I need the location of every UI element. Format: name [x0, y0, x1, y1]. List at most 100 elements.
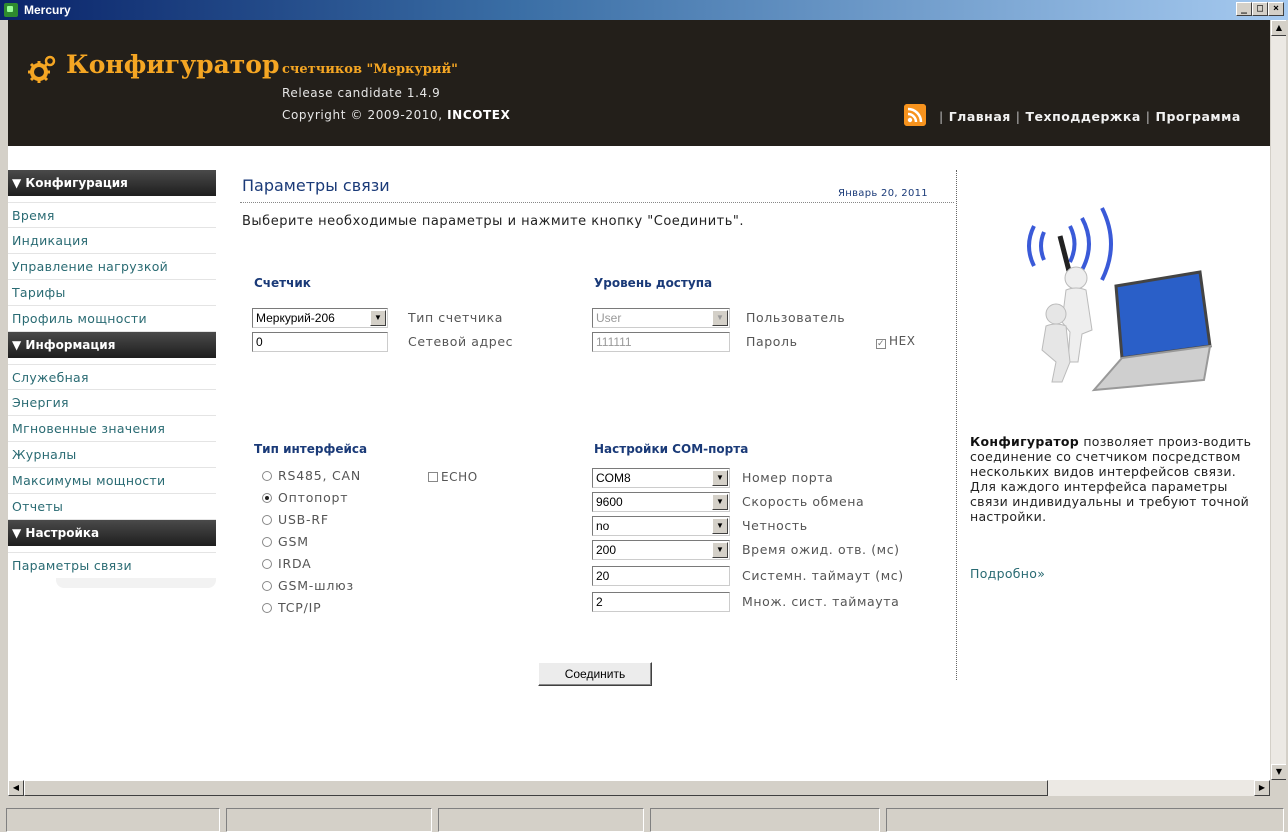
sidebar-item-tariffs[interactable]: Тарифы	[8, 280, 216, 306]
radio-icon	[262, 559, 272, 569]
sidebar-item-power-max[interactable]: Максимумы мощности	[8, 468, 216, 494]
chevron-down-icon[interactable]: ▼	[370, 310, 386, 326]
radio-tcpip[interactable]: TCP/IP	[262, 600, 321, 615]
access-level-value: User	[596, 311, 622, 325]
scroll-up-icon[interactable]: ▲	[1271, 20, 1286, 36]
nav-separator: |	[1015, 109, 1021, 124]
more-link[interactable]: Подробно»	[970, 566, 1045, 581]
password-input[interactable]: 111111	[592, 332, 730, 352]
page-description: Выберите необходимые параметры и нажмите…	[242, 214, 745, 229]
radio-icon	[262, 515, 272, 525]
speed-label: Скорость обмена	[742, 494, 865, 509]
copyright: Copyright © 2009-2010, INCOTEX	[282, 108, 510, 122]
app-name: Конфигуратор	[66, 50, 280, 79]
nav-program[interactable]: Программа	[1156, 109, 1241, 124]
browser-view: Конфигуратор счетчиков "Меркурий" Releas…	[8, 20, 1286, 796]
network-address-input[interactable]: 0	[252, 332, 388, 352]
sidebar-item-logs[interactable]: Журналы	[8, 442, 216, 468]
radio-selected-icon	[262, 493, 272, 503]
scroll-right-icon[interactable]: ▶	[1254, 780, 1270, 796]
wait-value: 200	[596, 543, 617, 557]
radio-icon	[262, 603, 272, 613]
wireless-laptop-illustration	[1004, 196, 1216, 410]
chevron-down-icon[interactable]: ▼	[712, 470, 728, 486]
chevron-down-icon[interactable]: ▼	[712, 494, 728, 510]
meter-type-label: Тип счетчика	[408, 310, 504, 325]
nav-separator: |	[939, 109, 944, 124]
connect-button[interactable]: Соединить	[538, 662, 652, 686]
radio-icon	[262, 471, 272, 481]
radio-icon	[262, 537, 272, 547]
radio-label: GSM-шлюз	[278, 578, 354, 593]
sidebar: ▼ Конфигурация Время Индикация Управлени…	[8, 170, 216, 588]
parity-label: Четность	[742, 518, 808, 533]
scroll-thumb[interactable]	[24, 780, 1048, 796]
radio-rs485[interactable]: RS485, CAN	[262, 468, 361, 483]
port-select[interactable]: COM8 ▼	[592, 468, 730, 488]
timeout-input[interactable]: 20	[592, 566, 730, 586]
nav-home[interactable]: Главная	[949, 109, 1011, 124]
multiplier-input[interactable]: 2	[592, 592, 730, 612]
radio-label: TCP/IP	[278, 600, 322, 615]
radio-gsm-gateway[interactable]: GSM-шлюз	[262, 578, 354, 593]
chevron-down-icon[interactable]: ▼	[712, 518, 728, 534]
meter-section-title: Счетчик	[254, 276, 311, 290]
sidebar-item-time[interactable]: Время	[8, 202, 216, 228]
sidebar-item-service[interactable]: Служебная	[8, 364, 216, 390]
maximize-button[interactable]: □	[1252, 2, 1268, 16]
copyright-text: Copyright © 2009-2010,	[282, 108, 448, 122]
sidebar-section-settings[interactable]: ▼ Настройка	[8, 520, 216, 546]
site-header: Конфигуратор счетчиков "Меркурий" Releas…	[8, 20, 1270, 146]
sidebar-section-config[interactable]: ▼ Конфигурация	[8, 170, 216, 196]
gear-logo-icon	[28, 55, 56, 83]
sidebar-item-reports[interactable]: Отчеты	[8, 494, 216, 520]
info-text: Конфигуратор позволяет произ-водить соед…	[970, 434, 1260, 524]
parity-select[interactable]: no ▼	[592, 516, 730, 536]
status-pane	[438, 808, 644, 832]
release-info: Release candidate 1.4.9	[282, 86, 441, 100]
rss-icon[interactable]	[904, 104, 926, 126]
sidebar-item-instant-values[interactable]: Мгновенные значения	[8, 416, 216, 442]
chevron-down-icon[interactable]: ▼	[712, 310, 728, 326]
access-level-select[interactable]: User ▼	[592, 308, 730, 328]
status-pane	[226, 808, 432, 832]
sidebar-item-load-control[interactable]: Управление нагрузкой	[8, 254, 216, 280]
radio-gsm[interactable]: GSM	[262, 534, 309, 549]
radio-label: IRDA	[278, 556, 312, 571]
info-bold: Конфигуратор	[970, 434, 1080, 449]
close-button[interactable]: ×	[1268, 2, 1284, 16]
speed-select[interactable]: 9600 ▼	[592, 492, 730, 512]
parity-value: no	[596, 519, 610, 533]
radio-usb-rf[interactable]: USB-RF	[262, 512, 329, 527]
scroll-left-icon[interactable]: ◀	[8, 780, 24, 796]
radio-optoport[interactable]: Оптопорт	[262, 490, 348, 505]
chevron-down-icon[interactable]: ▼	[712, 542, 728, 558]
app-subtitle: счетчиков "Меркурий"	[282, 62, 458, 77]
hex-checkbox[interactable]: ✓ HEX	[876, 334, 916, 349]
meter-type-value: Меркурий-206	[256, 311, 335, 325]
horizontal-scrollbar[interactable]: ◀ ▶	[8, 780, 1270, 796]
password-label: Пароль	[746, 334, 798, 349]
sidebar-item-power-profile[interactable]: Профиль мощности	[8, 306, 216, 332]
top-nav: | Главная | Техподдержка | Программа	[934, 109, 1241, 124]
wait-select[interactable]: 200 ▼	[592, 540, 730, 560]
meter-type-select[interactable]: Меркурий-206 ▼	[252, 308, 388, 328]
checkbox-checked-icon: ✓	[876, 339, 886, 349]
scroll-down-icon[interactable]: ▼	[1271, 764, 1286, 780]
sidebar-section-info[interactable]: ▼ Информация	[8, 332, 216, 358]
vertical-scrollbar[interactable]: ▲ ▼	[1270, 20, 1286, 780]
sidebar-item-energy[interactable]: Энергия	[8, 390, 216, 416]
title-divider	[240, 202, 954, 203]
window-title: Mercury	[24, 3, 71, 17]
nav-separator: |	[1145, 109, 1151, 124]
echo-checkbox[interactable]: ECHO	[428, 470, 478, 484]
sidebar-item-connection-params[interactable]: Параметры связи	[8, 552, 216, 578]
sidebar-item-indication[interactable]: Индикация	[8, 228, 216, 254]
nav-support[interactable]: Техподдержка	[1026, 109, 1141, 124]
checkbox-icon	[428, 472, 438, 482]
minimize-button[interactable]: _	[1236, 2, 1252, 16]
title-bar[interactable]: Mercury _ □ ×	[0, 0, 1288, 20]
app-icon	[4, 3, 18, 17]
radio-irda[interactable]: IRDA	[262, 556, 312, 571]
echo-label: ECHO	[441, 470, 478, 484]
